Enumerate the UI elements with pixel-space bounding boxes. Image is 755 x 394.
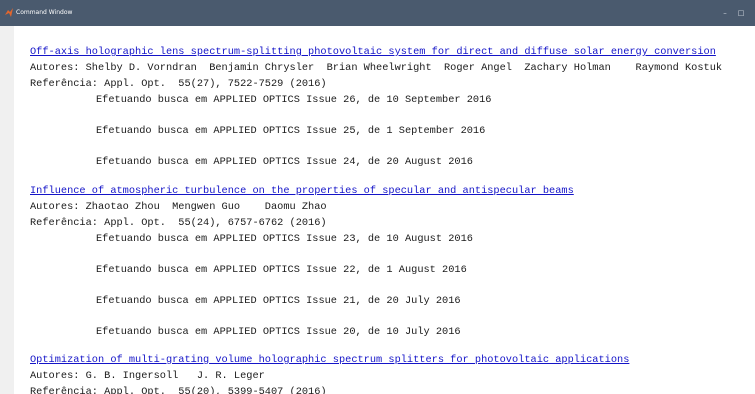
article-title-link[interactable]: Influence of atmospheric turbulence on t… bbox=[30, 185, 574, 198]
reference-line: Referência: Appl. Opt. 55(27), 7522-7529… bbox=[30, 78, 327, 90]
maximize-button[interactable]: □ bbox=[734, 0, 748, 26]
search-status-line: Efetuando busca em APPLIED OPTICS Issue … bbox=[96, 295, 461, 307]
authors-line: Autores: G. B. Ingersoll J. R. Leger bbox=[30, 370, 265, 382]
search-status-line: Efetuando busca em APPLIED OPTICS Issue … bbox=[96, 125, 486, 137]
search-status-line: Efetuando busca em APPLIED OPTICS Issue … bbox=[96, 156, 473, 168]
command-window: Command Window – □ Off-axis holographic … bbox=[0, 0, 755, 394]
search-status-line: Efetuando busca em APPLIED OPTICS Issue … bbox=[96, 233, 473, 245]
article-title-link[interactable]: Optimization of multi-grating volume hol… bbox=[30, 354, 629, 367]
command-output[interactable]: Off-axis holographic lens spectrum-split… bbox=[30, 26, 755, 394]
matlab-icon bbox=[5, 8, 13, 17]
authors-line: Autores: Zhaotao Zhou Mengwen Guo Daomu … bbox=[30, 201, 327, 213]
window-title: Command Window bbox=[16, 9, 73, 16]
search-status-line: Efetuando busca em APPLIED OPTICS Issue … bbox=[96, 326, 461, 338]
reference-line: Referência: Appl. Opt. 55(24), 6757-6762… bbox=[30, 217, 327, 229]
search-status-line: Efetuando busca em APPLIED OPTICS Issue … bbox=[96, 94, 492, 106]
left-gutter bbox=[0, 26, 14, 394]
minimize-button[interactable]: – bbox=[718, 0, 732, 26]
reference-line: Referência: Appl. Opt. 55(20), 5399-5407… bbox=[30, 386, 327, 394]
authors-line: Autores: Shelby D. Vorndran Benjamin Chr… bbox=[30, 62, 723, 74]
search-status-line: Efetuando busca em APPLIED OPTICS Issue … bbox=[96, 264, 467, 276]
title-bar: Command Window – □ bbox=[0, 0, 755, 26]
article-title-link[interactable]: Off-axis holographic lens spectrum-split… bbox=[30, 46, 716, 59]
